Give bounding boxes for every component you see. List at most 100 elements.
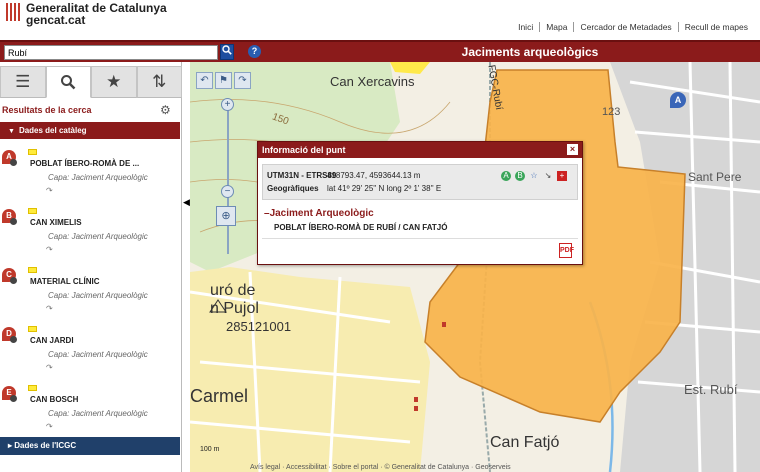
marker-shadow (10, 395, 17, 402)
point-info-popup: Informació del punt × UTM31N - ETRS89 41… (257, 141, 583, 265)
result-layer: Capa: Jaciment Arqueològic (48, 350, 148, 359)
top-header: Generalitat de Catalunya gencat.cat Inic… (0, 0, 760, 40)
link-icon[interactable]: ↘ (543, 171, 553, 181)
nav-mapa[interactable]: Mapa (539, 22, 573, 32)
zoom-track (227, 106, 229, 254)
locate-icon[interactable]: ↷ (46, 363, 53, 372)
map-label-contour-123: 123 (602, 106, 621, 118)
nav-cercador-metadades[interactable]: Cercador de Metadades (573, 22, 677, 32)
marker-a-icon[interactable]: A (501, 171, 511, 181)
result-item[interactable]: B CAN XIMELIS Capa: Jaciment Arqueològic… (0, 207, 180, 265)
map-label-carmel: Carmel (190, 386, 249, 406)
map-marker-a[interactable]: A (670, 92, 686, 108)
zoom-slider[interactable]: + − (221, 98, 235, 258)
list-icon: ☰ (15, 72, 31, 91)
app-title: Jaciments arqueològics (461, 45, 599, 59)
locate-icon[interactable]: ↷ (46, 186, 53, 195)
sidebar-tabs: ☰ ★ ⇅ (0, 66, 182, 98)
layer-swatch (28, 326, 37, 332)
sidebar: ☰ ★ ⇅ Resultats de la cerca ⚙ ▼ Dades del… (0, 62, 182, 472)
result-layer: Capa: Jaciment Arqueològic (48, 291, 148, 300)
utm-label: UTM31N - ETRS89 (267, 171, 337, 180)
result-layer: Capa: Jaciment Arqueològic (48, 409, 148, 418)
org-domain[interactable]: gencat.cat (26, 14, 85, 26)
popup-coordinates: UTM31N - ETRS89 418793.47, 4593644.13 m … (262, 164, 578, 200)
map-label-n-pujol: n Pujol (210, 300, 259, 317)
map-label-sant-pere: Sant Pere (688, 170, 742, 184)
map-label-est-rubi: Est. Rubí (684, 382, 738, 397)
footer-links[interactable]: Avís legal · Accessibilitat · Sobre el p… (250, 464, 511, 471)
result-item[interactable]: C MATERIAL CLÍNIC Capa: Jaciment Arqueol… (0, 266, 180, 324)
popup-section-title[interactable]: –Jaciment Arqueològic (264, 208, 374, 219)
pdf-icon[interactable]: PDF (559, 243, 574, 258)
tab-favorites[interactable]: ★ (91, 66, 137, 98)
scale-bar: 100 m (200, 446, 220, 453)
popup-section-label: Jaciment Arqueològic (269, 208, 374, 219)
locate-icon[interactable]: ↷ (46, 245, 53, 254)
zoom-out-button[interactable]: − (221, 185, 234, 198)
section-catalog-label: Dades del catàleg (18, 126, 87, 135)
geo-label: Geogràfiques (267, 184, 319, 193)
locate-icon[interactable]: ↷ (46, 422, 53, 431)
result-item[interactable]: D CAN JARDI Capa: Jaciment Arqueològic ↷ (0, 325, 180, 383)
top-nav: Inici Mapa Cercador de Metadades Recull … (512, 22, 754, 32)
result-name[interactable]: CAN BOSCH (30, 395, 78, 404)
section-icgc-label: Dades de l'ICGC (14, 441, 77, 450)
zoom-in-button[interactable]: + (221, 98, 234, 111)
layer-swatch (28, 149, 37, 155)
layer-swatch (28, 208, 37, 214)
marker-shadow (10, 218, 17, 225)
result-name[interactable]: POBLAT ÍBERO-ROMÀ DE ... (30, 159, 139, 168)
map-label-can-xercavins: Can Xercavins (330, 74, 415, 89)
result-name[interactable]: CAN XIMELIS (30, 218, 82, 227)
map-nav-tools: ↶ ⚑ ↷ (196, 72, 253, 89)
search-icon (222, 45, 232, 55)
collapse-sidebar-handle[interactable]: ◀ (183, 196, 190, 208)
tab-search[interactable] (45, 66, 91, 98)
star-icon: ★ (106, 72, 122, 91)
layer-swatch (28, 385, 37, 391)
pan-icon[interactable]: ⚑ (215, 72, 232, 89)
marker-b-icon[interactable]: B (515, 171, 525, 181)
result-item[interactable]: A POBLAT ÍBERO-ROMÀ DE ... Capa: Jacimen… (0, 148, 180, 206)
nav-inici[interactable]: Inici (512, 22, 539, 32)
map-view[interactable]: Can Xercavins uró de n Pujol 285121001 C… (190, 62, 760, 472)
nav-recull-mapes[interactable]: Recull de mapes (677, 22, 754, 32)
tab-layers[interactable]: ☰ (0, 66, 46, 98)
marker-shadow (10, 277, 17, 284)
generalitat-logo[interactable] (4, 3, 22, 21)
search-button[interactable] (220, 44, 234, 60)
result-item[interactable]: E CAN BOSCH Capa: Jaciment Arqueològic ↷ (0, 384, 180, 442)
layer-swatch (28, 267, 37, 273)
star-icon[interactable]: ☆ (529, 171, 539, 181)
triangle-down-icon: ▼ (8, 128, 15, 135)
forward-arrow-icon[interactable]: ↷ (234, 72, 251, 89)
back-arrow-icon[interactable]: ↶ (196, 72, 213, 89)
zoom-box-tool[interactable]: ⊕ (216, 206, 236, 226)
help-button[interactable]: ? (248, 45, 261, 58)
close-icon[interactable]: × (567, 144, 578, 155)
section-icgc-header[interactable]: ▸ Dades de l'ICGC (0, 437, 180, 455)
map-label-uro-de: uró de (210, 282, 256, 299)
geo-value: lat 41º 29' 25'' N long 2º 1' 38'' E (327, 184, 442, 193)
section-catalog-header[interactable]: ▼ Dades del catàleg (0, 122, 180, 139)
result-name[interactable]: MATERIAL CLÍNIC (30, 277, 99, 286)
results-title: Resultats de la cerca (2, 105, 92, 115)
result-layer: Capa: Jaciment Arqueològic (48, 232, 148, 241)
popup-site-name: POBLAT ÍBERO-ROMÀ DE RUBÍ / CAN FATJÓ (274, 223, 448, 232)
search-input[interactable] (4, 45, 218, 60)
app-toolbar: ? Jaciments arqueològics (0, 40, 760, 62)
utm-value: 418793.47, 4593644.13 m (327, 171, 421, 180)
gear-icon[interactable]: ⚙ (160, 103, 171, 117)
result-layer: Capa: Jaciment Arqueològic (48, 173, 148, 182)
tab-routes[interactable]: ⇅ (136, 66, 182, 98)
magnifier-icon (61, 75, 76, 90)
route-icon: ⇅ (152, 72, 167, 91)
popup-divider (262, 238, 578, 239)
marker-shadow (10, 336, 17, 343)
locate-icon[interactable]: ↷ (46, 304, 53, 313)
add-icon[interactable]: + (557, 171, 567, 181)
marker-shadow (10, 159, 17, 166)
result-name[interactable]: CAN JARDI (30, 336, 74, 345)
map-label-can-fatjo: Can Fatjó (490, 434, 560, 451)
